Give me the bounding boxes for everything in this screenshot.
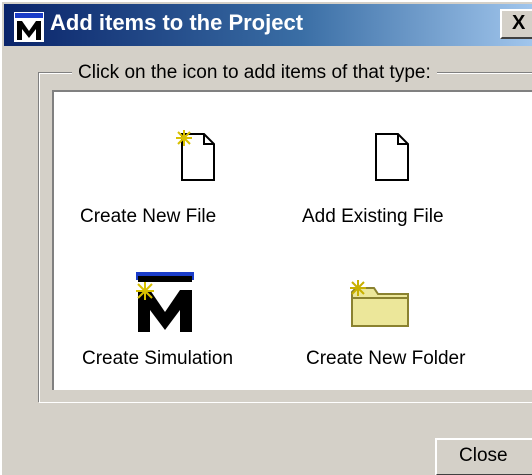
create-new-folder-item[interactable]: Create New Folder xyxy=(292,272,522,380)
new-file-icon xyxy=(176,130,215,181)
group-legend: Click on the icon to add items of that t… xyxy=(72,62,437,84)
create-new-file-item[interactable]: Create New File xyxy=(80,130,282,236)
new-folder-icon xyxy=(350,280,409,327)
add-existing-file-item[interactable]: Add Existing File xyxy=(292,130,522,236)
window-title: Add items to the Project xyxy=(50,10,304,35)
create-new-file-label: Create New File xyxy=(80,206,217,227)
title-close-button[interactable]: X xyxy=(500,9,532,39)
close-button[interactable]: Close xyxy=(435,438,532,475)
simulation-m-icon xyxy=(136,272,194,332)
existing-file-icon xyxy=(375,133,409,181)
add-existing-file-label: Add Existing File xyxy=(302,206,444,227)
close-icon: X xyxy=(512,12,526,34)
app-icon xyxy=(14,12,44,42)
add-items-dialog: Add items to the Project X Click on the … xyxy=(0,0,532,475)
create-simulation-label: Create Simulation xyxy=(82,348,234,369)
title-bar[interactable]: Add items to the Project xyxy=(4,4,532,46)
create-simulation-item[interactable]: Create Simulation xyxy=(82,272,282,380)
create-new-folder-label: Create New Folder xyxy=(306,348,466,369)
